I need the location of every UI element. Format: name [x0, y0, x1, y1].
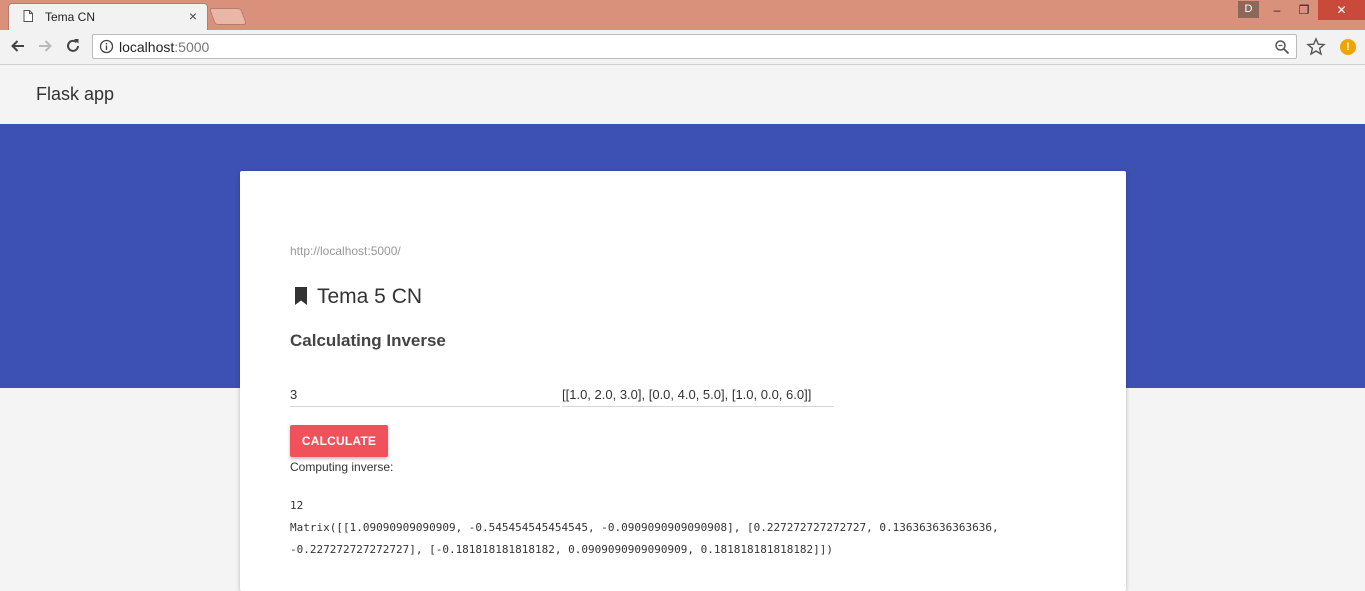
calculate-button[interactable]: CALCULATE: [290, 425, 388, 457]
card-url: http://localhost:5000/: [290, 244, 401, 258]
url-text[interactable]: localhost:5000: [119, 39, 209, 55]
star-icon[interactable]: [1306, 37, 1326, 57]
matrix-size-input[interactable]: [290, 383, 560, 407]
address-bar[interactable]: localhost:5000: [92, 34, 1297, 59]
result-line-2: -0.227272727272727], [-0.181818181818182…: [290, 543, 834, 556]
result-line-1: Matrix([[1.09090909090909, -0.5454545454…: [290, 521, 999, 534]
brand-title[interactable]: Flask app: [36, 84, 114, 105]
url-host: localhost: [119, 39, 175, 55]
forward-icon[interactable]: [35, 36, 55, 56]
page-title: Tema 5 CN: [317, 285, 423, 308]
bookmark-icon: [295, 287, 307, 305]
browser-toolbar: localhost:5000 !: [0, 30, 1365, 65]
section-subtitle: Calculating Inverse: [290, 331, 446, 350]
computing-label: Computing inverse:: [290, 460, 394, 474]
info-icon[interactable]: [99, 39, 114, 54]
app-header: Flask app: [0, 66, 1365, 124]
tab-title: Tema CN: [45, 10, 96, 24]
page-icon: [23, 10, 33, 22]
extension-alert-icon[interactable]: !: [1340, 39, 1356, 55]
browser-titlebar: Tema CN × D – ❐ ✕: [0, 0, 1365, 30]
matrix-input[interactable]: [562, 383, 834, 407]
main-card: http://localhost:5000/ Tema 5 CN Calcula…: [240, 171, 1126, 591]
close-icon[interactable]: ×: [189, 8, 197, 24]
back-icon[interactable]: [8, 36, 28, 56]
result-count: 12: [290, 499, 304, 512]
maximize-button[interactable]: ❐: [1291, 0, 1317, 20]
result-output: 12 Matrix([[1.09090909090909, -0.5454545…: [290, 495, 1090, 561]
minimize-button[interactable]: –: [1264, 0, 1290, 20]
browser-tab[interactable]: Tema CN ×: [8, 3, 208, 30]
zoom-icon[interactable]: [1274, 39, 1290, 55]
window-close-button[interactable]: ✕: [1318, 0, 1365, 20]
url-port: :5000: [174, 39, 210, 55]
reload-icon[interactable]: [63, 36, 83, 56]
profile-badge[interactable]: D: [1238, 1, 1259, 18]
new-tab-button[interactable]: [208, 8, 248, 25]
